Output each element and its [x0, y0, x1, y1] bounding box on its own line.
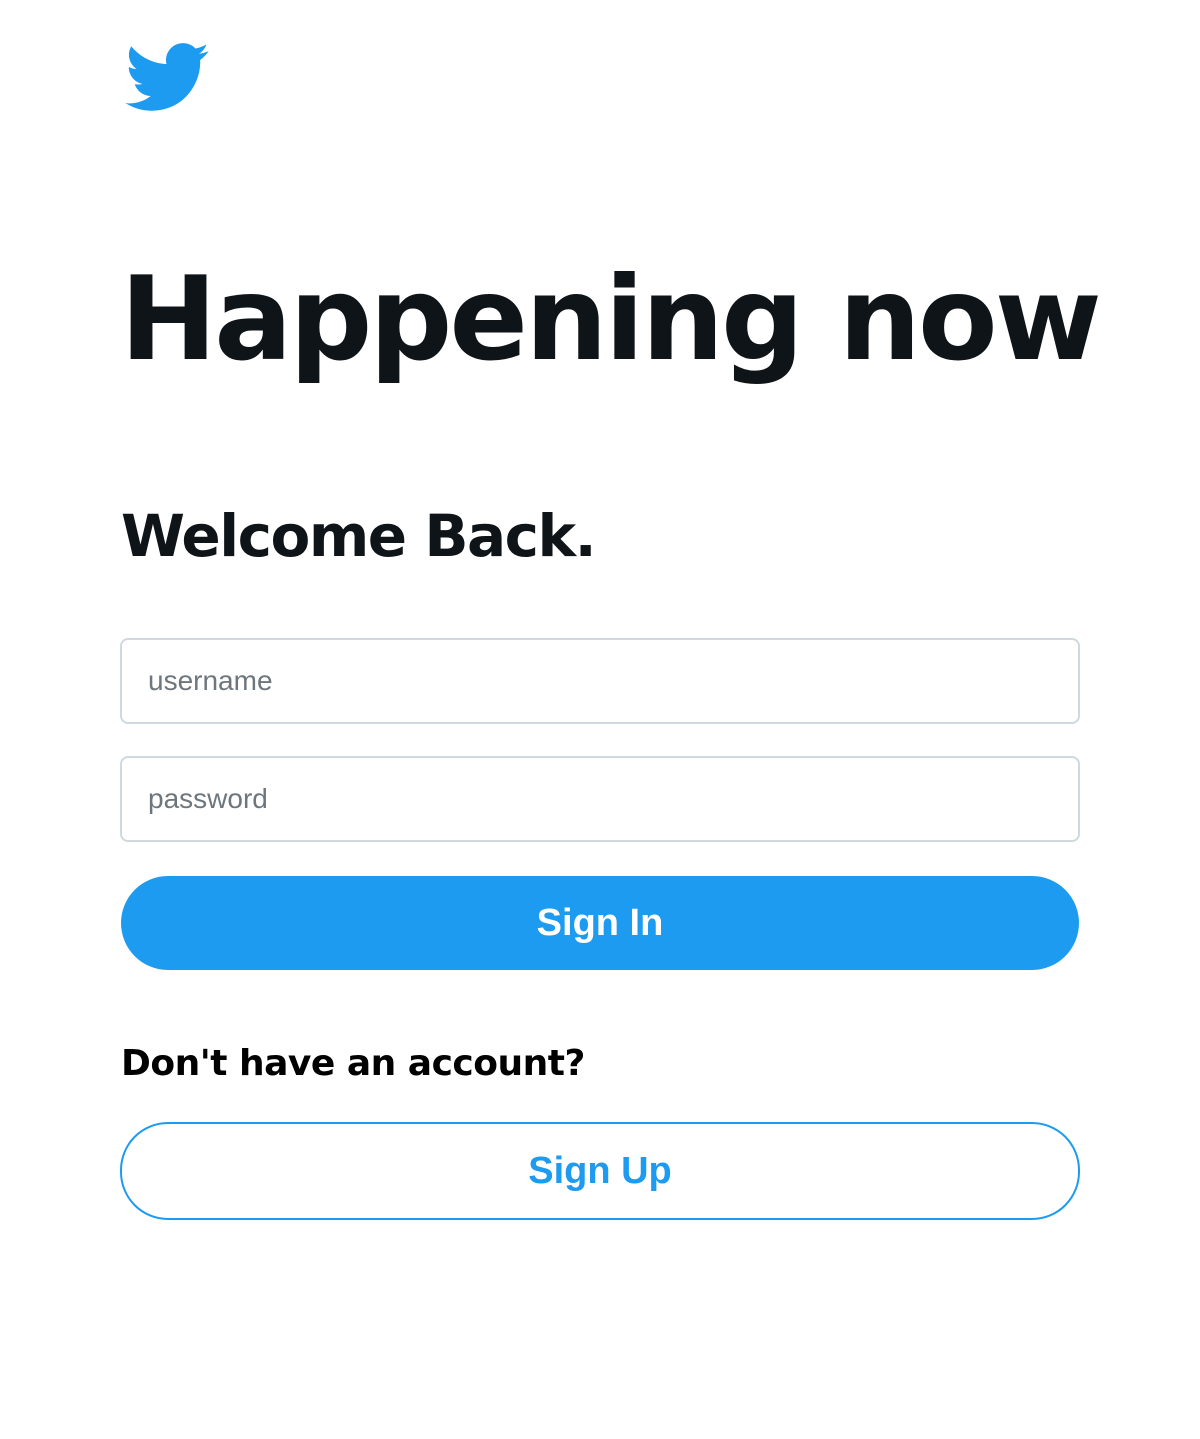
sign-in-button[interactable]: Sign In	[121, 876, 1079, 970]
twitter-logo-icon	[122, 40, 210, 114]
username-input[interactable]	[120, 638, 1080, 724]
twitter-bird-icon	[125, 43, 209, 111]
welcome-heading: Welcome Back.	[121, 502, 597, 570]
page-headline: Happening now	[120, 252, 1102, 387]
sign-up-button[interactable]: Sign Up	[120, 1122, 1080, 1220]
password-input[interactable]	[120, 756, 1080, 842]
signup-prompt: Don't have an account?	[121, 1043, 585, 1084]
